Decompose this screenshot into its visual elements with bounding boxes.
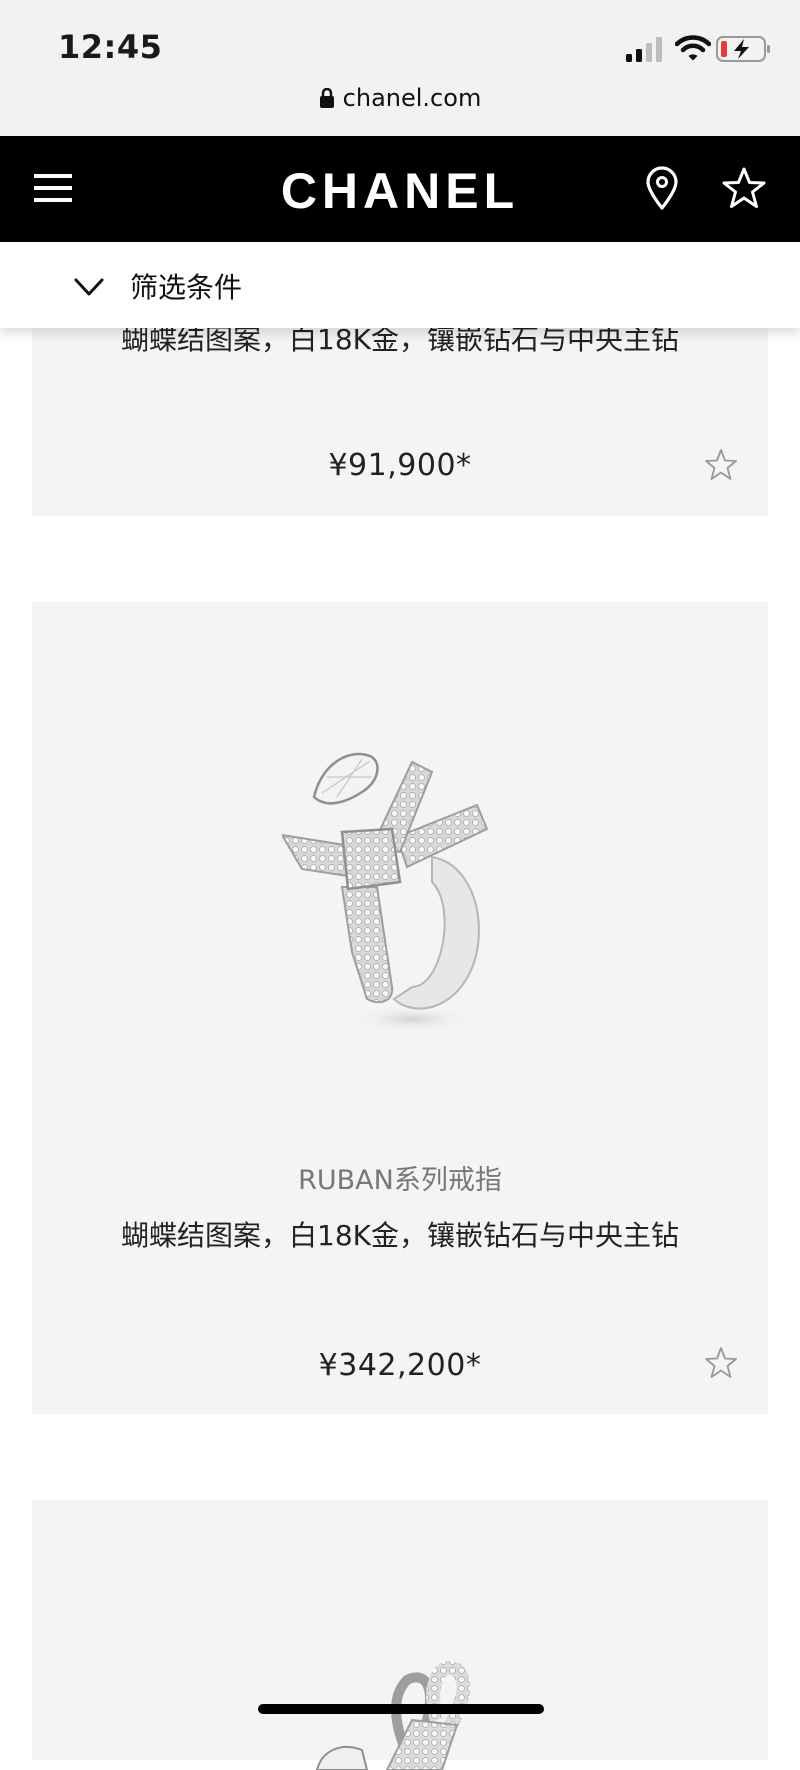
address-bar[interactable]: chanel.com xyxy=(0,84,800,120)
status-bar: 12:45 chanel.com xyxy=(0,0,800,136)
filter-bar[interactable]: 筛选条件 xyxy=(0,242,800,328)
product-name: RUBAN系列戒指 xyxy=(298,1165,502,1196)
status-time: 12:45 xyxy=(58,28,163,66)
star-icon[interactable] xyxy=(722,166,766,210)
lock-icon xyxy=(319,88,334,108)
favorite-star-icon[interactable] xyxy=(704,1346,738,1380)
home-indicator[interactable] xyxy=(258,1704,544,1714)
filter-label[interactable]: 筛选条件 xyxy=(130,266,242,306)
chevron-down-icon[interactable] xyxy=(74,276,104,298)
product-price: ¥342,200* xyxy=(318,1348,482,1383)
battery-charging-icon xyxy=(716,36,770,62)
wifi-icon xyxy=(675,35,711,61)
site-header: CHANEL xyxy=(0,136,800,242)
ring-product-image[interactable] xyxy=(282,737,532,1037)
favorite-star-icon[interactable] xyxy=(704,448,738,482)
brand-logo[interactable]: CHANEL xyxy=(0,162,800,220)
url-text: chanel.com xyxy=(342,84,482,112)
ring-product-image[interactable] xyxy=(277,1630,527,1770)
product-card[interactable] xyxy=(32,1500,768,1770)
location-pin-icon[interactable] xyxy=(645,166,679,210)
product-card[interactable]: RUBAN系列戒指 蝴蝶结图案，白18K金，镶嵌钻石与中央主钻 ¥342,200… xyxy=(32,602,768,1414)
product-price: ¥91,900* xyxy=(328,448,472,483)
product-description: 蝴蝶结图案，白18K金，镶嵌钻石与中央主钻 xyxy=(121,1219,679,1252)
cellular-signal-icon xyxy=(626,37,662,62)
